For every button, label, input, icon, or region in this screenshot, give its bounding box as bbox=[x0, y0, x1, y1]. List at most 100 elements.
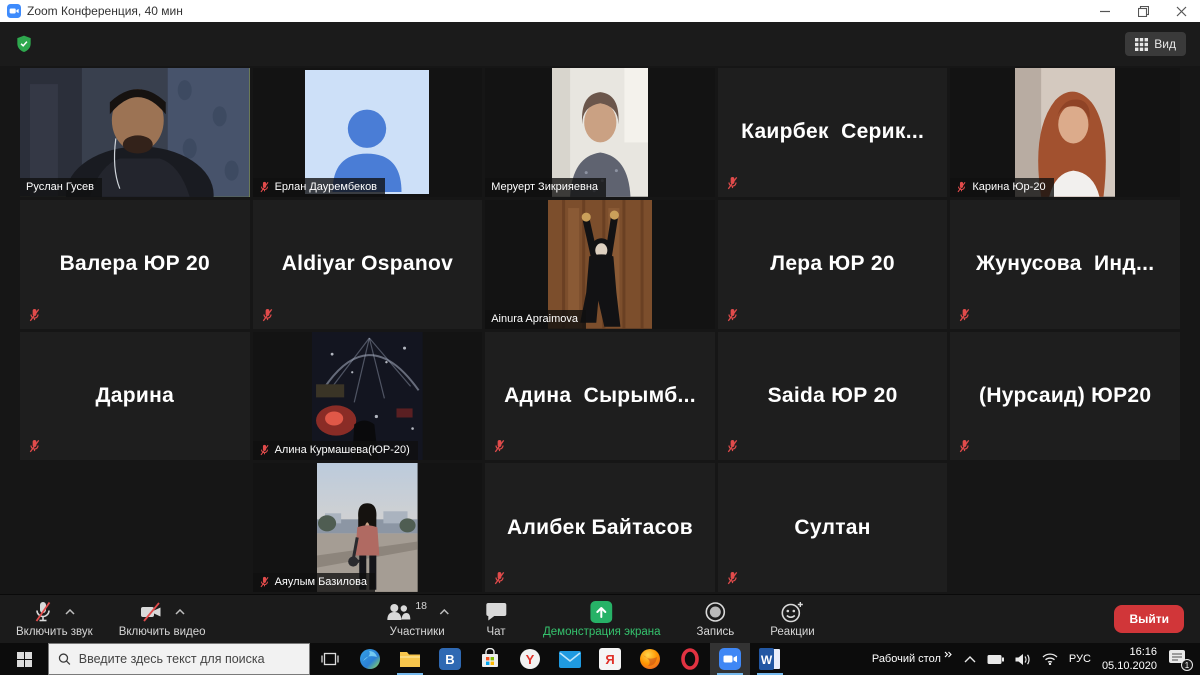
view-button[interactable]: Вид bbox=[1125, 32, 1186, 56]
participant-tile[interactable]: Saida ЮР 20 bbox=[718, 332, 948, 461]
language-indicator[interactable]: РУС bbox=[1069, 653, 1091, 665]
taskbar-icon-edge[interactable] bbox=[350, 643, 390, 675]
muted-mic-icon bbox=[259, 444, 270, 456]
svg-text:Я: Я bbox=[605, 652, 614, 667]
taskbar-icon-yandex-browser[interactable]: Y bbox=[510, 643, 550, 675]
audio-options-chevron-icon[interactable] bbox=[65, 609, 75, 615]
participants-count: 18 bbox=[415, 600, 427, 612]
minimize-button[interactable] bbox=[1086, 0, 1124, 22]
record-button[interactable]: Запись bbox=[697, 601, 735, 638]
participant-tile[interactable]: (Нурсаид) ЮР20 bbox=[950, 332, 1180, 461]
taskbar-icon-vk[interactable]: В bbox=[430, 643, 470, 675]
participant-tile[interactable]: Ainura Apraimova bbox=[485, 200, 715, 329]
share-screen-label: Демонстрация экрана bbox=[543, 626, 661, 638]
participant-tile[interactable]: Аяулым Базилова bbox=[253, 463, 483, 592]
camera-muted-icon bbox=[139, 601, 163, 623]
edge-browser-icon bbox=[359, 648, 381, 670]
notification-center-button[interactable]: 1 bbox=[1168, 649, 1190, 669]
taskbar-icon-file-explorer[interactable] bbox=[390, 643, 430, 675]
reactions-icon bbox=[780, 601, 804, 623]
participants-chevron-icon[interactable] bbox=[439, 609, 449, 615]
muted-mic-icon bbox=[726, 439, 739, 453]
unmute-label: Включить звук bbox=[16, 626, 93, 638]
taskbar-icon-firefox[interactable] bbox=[630, 643, 670, 675]
muted-mic-icon bbox=[956, 181, 967, 193]
expand-toolbar-icon[interactable] bbox=[944, 651, 953, 658]
taskbar-icon-opera[interactable] bbox=[670, 643, 710, 675]
start-video-button[interactable]: Включить видео bbox=[119, 601, 206, 638]
participant-tile[interactable]: Ерлан Даурембеков bbox=[253, 68, 483, 197]
participant-tile[interactable]: Каирбек Серик... bbox=[718, 68, 948, 197]
record-icon bbox=[704, 601, 726, 623]
participant-tile[interactable]: Руслан Гусев bbox=[20, 68, 250, 197]
tray-date: 05.10.2020 bbox=[1102, 659, 1157, 673]
muted-mic-icon bbox=[259, 576, 270, 588]
participant-tile[interactable]: Карина Юр-20 bbox=[950, 68, 1180, 197]
participant-tile[interactable]: Адина Сырымб... bbox=[485, 332, 715, 461]
mail-icon bbox=[559, 651, 581, 668]
taskbar-icon-word[interactable]: W bbox=[750, 643, 790, 675]
meeting-security-shield-icon[interactable] bbox=[14, 34, 34, 54]
participant-name-label: Карина Юр-20 bbox=[950, 178, 1053, 197]
participant-tile[interactable]: Жунусова Инд... bbox=[950, 200, 1180, 329]
close-button[interactable] bbox=[1162, 0, 1200, 22]
participant-name-label: Ерлан Даурембеков bbox=[253, 178, 385, 197]
share-screen-icon bbox=[591, 601, 613, 623]
view-button-label: Вид bbox=[1154, 37, 1176, 51]
leave-button[interactable]: Выйти bbox=[1114, 605, 1184, 633]
participant-name-label: Ainura Apraimova bbox=[485, 310, 586, 329]
participant-tile[interactable]: Лера ЮР 20 bbox=[718, 200, 948, 329]
participant-tile[interactable]: Алибек Байтасов bbox=[485, 463, 715, 592]
windows-logo-icon bbox=[17, 652, 32, 667]
chat-label: Чат bbox=[486, 626, 505, 638]
participants-grid: Руслан Гусев Ерлан Даурембеков Меруерт З bbox=[0, 66, 1200, 594]
participants-label: Участники bbox=[390, 626, 445, 638]
muted-mic-icon bbox=[261, 308, 274, 322]
taskbar-clock[interactable]: 16:16 05.10.2020 bbox=[1102, 645, 1157, 674]
taskbar-icon-zoom[interactable] bbox=[710, 643, 750, 675]
chat-icon bbox=[485, 602, 507, 622]
participants-icon bbox=[385, 602, 411, 622]
zoom-app-icon bbox=[7, 4, 21, 18]
participant-tile[interactable]: Меруерт Зикрияевна bbox=[485, 68, 715, 197]
hidden-icons-chevron-icon[interactable] bbox=[964, 655, 976, 663]
system-tray: Рабочий стол РУС 16:16 05.10.2020 bbox=[872, 643, 1200, 675]
reactions-button[interactable]: Реакции bbox=[770, 601, 814, 638]
unmute-button[interactable]: Включить звук bbox=[16, 601, 93, 638]
vk-icon: В bbox=[439, 648, 461, 670]
participant-name: Руслан Гусев bbox=[26, 181, 94, 193]
start-button[interactable] bbox=[0, 643, 48, 675]
participants-button[interactable]: 18 Участники bbox=[385, 601, 449, 638]
participant-tile[interactable]: Дарина bbox=[20, 332, 250, 461]
taskbar-icon-yandex[interactable]: Я bbox=[590, 643, 630, 675]
video-options-chevron-icon[interactable] bbox=[175, 609, 185, 615]
svg-text:W: W bbox=[761, 653, 773, 667]
yandex-browser-icon: Y bbox=[519, 648, 541, 670]
battery-icon[interactable] bbox=[987, 654, 1004, 665]
share-screen-button[interactable]: Демонстрация экрана bbox=[543, 601, 661, 638]
participant-name-label: Алина Курмашева(ЮР-20) bbox=[253, 441, 418, 460]
taskbar-search[interactable] bbox=[48, 643, 310, 675]
participant-tile[interactable]: Султан bbox=[718, 463, 948, 592]
search-input[interactable] bbox=[79, 652, 300, 666]
muted-mic-icon bbox=[958, 439, 971, 453]
task-view-button[interactable] bbox=[310, 643, 350, 675]
participant-name: Жунусова Инд... bbox=[950, 200, 1180, 329]
participant-tile[interactable]: Aldiyar Ospanov bbox=[253, 200, 483, 329]
desktop-toolbar[interactable]: Рабочий стол bbox=[872, 653, 953, 665]
wifi-icon[interactable] bbox=[1042, 653, 1058, 665]
participant-tile[interactable]: Валера ЮР 20 bbox=[20, 200, 250, 329]
participant-name: Меруерт Зикрияевна bbox=[491, 181, 598, 193]
meeting-toolbar: Включить звук Включить видео bbox=[0, 594, 1200, 643]
muted-mic-icon bbox=[493, 571, 506, 585]
volume-icon[interactable] bbox=[1015, 653, 1031, 666]
taskbar-icon-microsoft-store[interactable] bbox=[470, 643, 510, 675]
chat-button[interactable]: Чат bbox=[485, 601, 507, 638]
participant-tile[interactable]: Алина Курмашева(ЮР-20) bbox=[253, 332, 483, 461]
search-icon bbox=[58, 652, 71, 666]
maximize-button[interactable] bbox=[1124, 0, 1162, 22]
participant-name: Аяулым Базилова bbox=[275, 576, 367, 588]
muted-mic-icon bbox=[726, 176, 739, 190]
windows-taskbar: В Y Я bbox=[0, 643, 1200, 675]
taskbar-icon-mail[interactable] bbox=[550, 643, 590, 675]
